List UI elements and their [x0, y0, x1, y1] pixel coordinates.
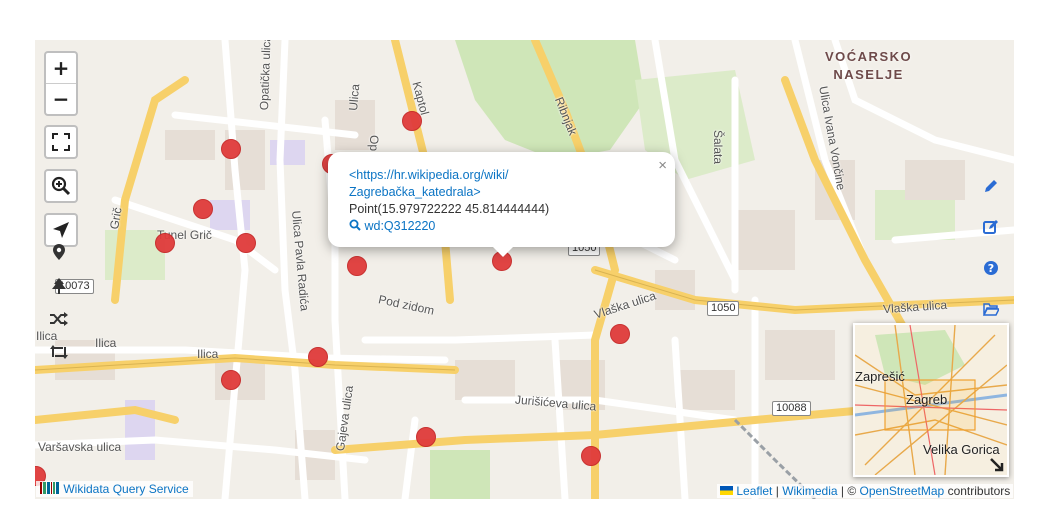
fullscreen-icon [52, 133, 70, 151]
map-marker[interactable] [155, 233, 175, 253]
street-label: Ilica [95, 336, 117, 350]
district-label: VOĆARSKO NASELJE [825, 48, 912, 84]
map-marker[interactable] [347, 256, 367, 276]
zoom-to-fit-control [44, 169, 78, 203]
road-number-label: 10088 [772, 401, 811, 416]
street-label: Op [367, 135, 381, 152]
popup-tip [492, 246, 514, 257]
popup-close-button[interactable]: × [658, 157, 667, 174]
map-marker[interactable] [193, 199, 213, 219]
street-label: Opatička ulica [257, 40, 274, 111]
map-marker[interactable] [402, 111, 422, 131]
point-coordinates: Point(15.979722222 45.814444444) [349, 202, 550, 216]
minimap[interactable]: Zaprešić Zagreb Velika Gorica [853, 323, 1009, 477]
wikipedia-link-line1: <https://hr.wikipedia.org/wiki/ [349, 168, 509, 182]
zoom-in-button[interactable]: + [46, 53, 76, 83]
openstreetmap-link[interactable]: OpenStreetMap [860, 484, 945, 498]
tree-icon[interactable] [48, 275, 70, 297]
map-marker[interactable] [416, 427, 436, 447]
fullscreen-control [44, 125, 78, 159]
district-label-line2: NASELJE [833, 67, 904, 82]
retweet-icon[interactable] [48, 341, 70, 363]
attribution-separator: | [775, 484, 779, 498]
wdqs-link[interactable]: Wikidata Query Service [63, 482, 188, 496]
wikidata-logo-icon [40, 482, 59, 494]
edit-icon[interactable] [980, 216, 1002, 238]
zoom-control: + − [44, 51, 78, 116]
minimap-label: Zaprešić [855, 369, 905, 384]
wikidata-id: wd:Q312220 [364, 219, 436, 233]
pencil-icon[interactable] [980, 175, 1002, 197]
map-marker[interactable] [610, 324, 630, 344]
map-attribution: Leaflet | Wikimedia | © OpenStreetMap co… [717, 484, 1014, 498]
street-label: Ilica [197, 347, 219, 361]
zoom-out-button[interactable]: − [46, 83, 76, 114]
district-label-line1: VOĆARSKO [825, 49, 913, 64]
wikidata-item-link[interactable]: wd:Q312220 [349, 219, 435, 233]
zoom-to-fit-button[interactable] [46, 171, 76, 201]
help-icon[interactable]: ? [980, 257, 1002, 279]
shuffle-icon[interactable] [48, 308, 70, 330]
map-popup: × <https://hr.wikipedia.org/wiki/ Zagreb… [328, 152, 675, 257]
fullscreen-button[interactable] [46, 127, 76, 157]
street-label: Ulica [346, 83, 363, 112]
map-marker-icon[interactable] [48, 241, 70, 263]
wdqs-attribution: Wikidata Query Service [36, 481, 193, 497]
map-marker[interactable] [221, 370, 241, 390]
street-label: Varšavska ulica [38, 440, 122, 454]
map-marker[interactable] [221, 139, 241, 159]
map-marker[interactable] [308, 347, 328, 367]
minimap-toggle-icon[interactable] [989, 457, 1005, 473]
map-marker[interactable] [581, 446, 601, 466]
folder-open-icon[interactable] [980, 298, 1002, 320]
location-arrow-icon [53, 222, 69, 238]
ukraine-flag-icon [720, 486, 733, 495]
minimap-label: Velika Gorica [923, 442, 1000, 457]
search-icon [349, 219, 361, 231]
svg-text:?: ? [988, 262, 994, 275]
leaflet-link[interactable]: Leaflet [736, 484, 772, 498]
magnify-plus-icon [51, 176, 71, 196]
map-marker[interactable] [236, 233, 256, 253]
road-number-label: 1050 [707, 301, 740, 316]
wikipedia-link-line2: Zagrebačka_katedrala> [349, 185, 481, 199]
street-label: Šalata [711, 130, 725, 165]
wikimedia-link[interactable]: Wikimedia [782, 484, 837, 498]
wikipedia-link[interactable]: <https://hr.wikipedia.org/wiki/ Zagrebač… [349, 168, 508, 199]
minimap-label: Zagreb [906, 392, 948, 407]
attribution-copyright: | © [840, 484, 857, 498]
attribution-contributors: contributors [947, 484, 1011, 498]
